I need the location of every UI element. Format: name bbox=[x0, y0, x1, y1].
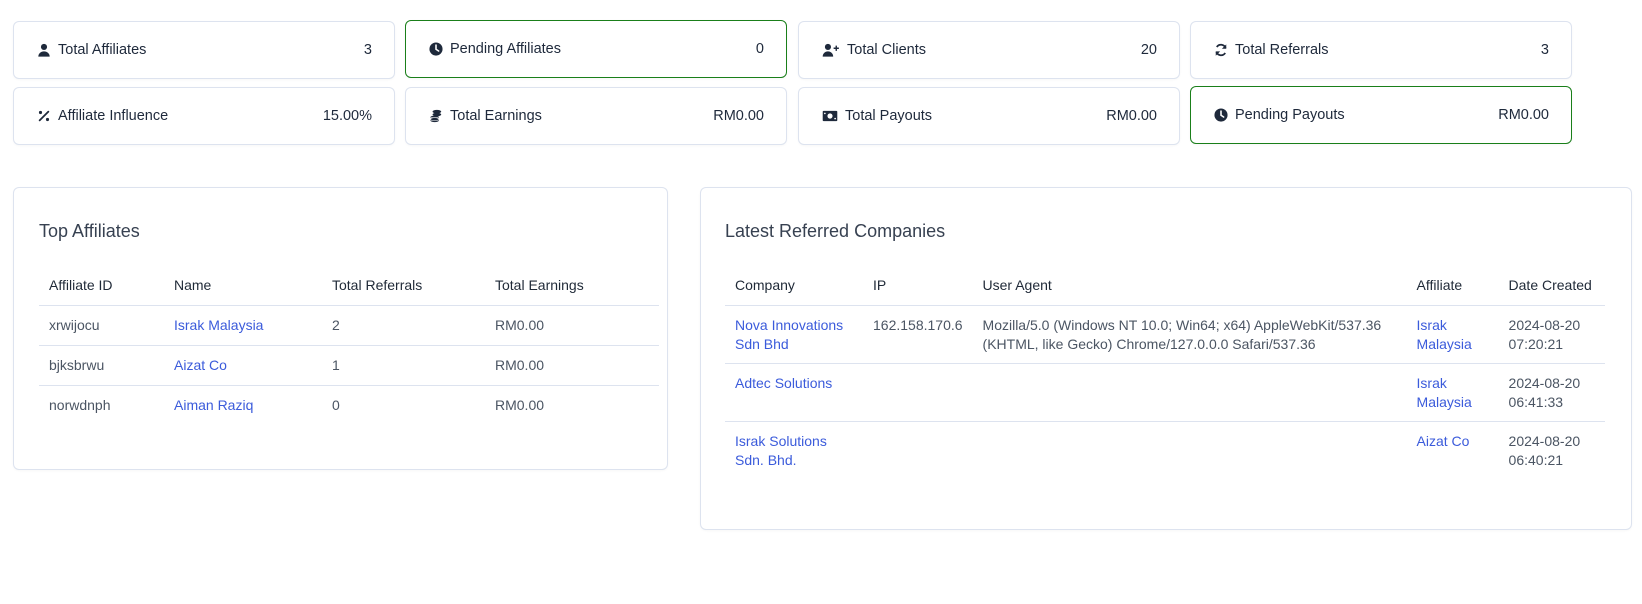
clock-icon bbox=[428, 41, 444, 57]
total-earnings: RM0.00 bbox=[495, 396, 545, 413]
panel-title: Latest Referred Companies bbox=[725, 221, 946, 241]
affiliate-id: bjksbrwu bbox=[39, 345, 164, 386]
panel-title: Top Affiliates bbox=[39, 221, 140, 241]
total-referrals: 2 bbox=[322, 305, 485, 346]
stat-label: Total Payouts bbox=[845, 108, 933, 124]
table-row: norwdnph Aiman Raziq 0 RM0.00 bbox=[39, 385, 659, 425]
clock-icon bbox=[1213, 107, 1229, 123]
stat-value: 3 bbox=[1540, 42, 1549, 58]
affiliate-name-link[interactable]: Aizat Co bbox=[174, 357, 227, 373]
stat-card-total-referrals: Total Referrals 3 bbox=[1190, 21, 1572, 79]
stat-value: RM0.00 bbox=[1498, 107, 1549, 123]
column-header: Company bbox=[725, 265, 863, 306]
top-affiliates-panel: Top Affiliates Affiliate ID Name Total R… bbox=[13, 187, 668, 470]
stat-card-total-clients: Total Clients 20 bbox=[798, 21, 1180, 79]
user-agent bbox=[973, 421, 1407, 479]
column-header: Total Earnings bbox=[485, 265, 659, 306]
affiliate-id: xrwijocu bbox=[39, 305, 164, 346]
stat-card-pending-affiliates: Pending Affiliates 0 bbox=[405, 20, 787, 78]
company-link[interactable]: Nova Innovations Sdn Bhd bbox=[735, 317, 843, 352]
stat-label: Pending Payouts bbox=[1235, 107, 1345, 123]
affiliate-link[interactable]: Aizat Co bbox=[1417, 433, 1470, 449]
stat-label: Total Clients bbox=[847, 42, 926, 58]
total-earnings: RM0.00 bbox=[485, 305, 659, 346]
column-header: Total Referrals bbox=[322, 265, 485, 306]
percent-icon bbox=[36, 108, 52, 124]
latest-referred-companies-panel: Latest Referred Companies Company IP Use… bbox=[700, 187, 1632, 530]
affiliate-name-link[interactable]: Aiman Raziq bbox=[174, 397, 253, 413]
column-header: Name bbox=[164, 265, 322, 306]
table-row: xrwijocu Israk Malaysia 2 RM0.00 bbox=[39, 305, 659, 346]
column-header: Affiliate bbox=[1406, 265, 1499, 306]
table-row: Israk Solutions Sdn. Bhd. Aizat Co 2024-… bbox=[725, 421, 1605, 479]
table-row: Adtec Solutions Israk Malaysia 2024-08-2… bbox=[725, 363, 1605, 422]
company-link[interactable]: Israk Solutions Sdn. Bhd. bbox=[735, 433, 827, 468]
stat-value: 3 bbox=[363, 42, 372, 58]
table-row: bjksbrwu Aizat Co 1 RM0.00 bbox=[39, 345, 659, 386]
refresh-icon bbox=[1213, 42, 1229, 58]
latest-referred-table: Company IP User Agent Affiliate Date Cre… bbox=[725, 265, 1605, 479]
stat-value: RM0.00 bbox=[713, 108, 764, 124]
date-created: 2024-08-20 06:41:33 bbox=[1498, 363, 1605, 422]
stat-card-total-payouts: Total Payouts RM0.00 bbox=[798, 87, 1180, 145]
stat-value: 15.00% bbox=[322, 108, 372, 124]
ip-address bbox=[863, 421, 973, 479]
stat-label: Total Earnings bbox=[450, 108, 542, 124]
date-created: 2024-08-20 06:40:21 bbox=[1508, 432, 1581, 468]
ip-address: 162.158.170.6 bbox=[863, 305, 973, 364]
stat-label: Pending Affiliates bbox=[450, 41, 561, 57]
stat-label: Total Referrals bbox=[1235, 42, 1329, 58]
column-header: User Agent bbox=[972, 265, 1407, 306]
user-agent bbox=[972, 363, 1407, 422]
money-bill-icon bbox=[821, 108, 839, 124]
total-referrals: 1 bbox=[322, 345, 485, 386]
affiliate-name-link[interactable]: Israk Malaysia bbox=[174, 317, 263, 333]
user-agent: Mozilla/5.0 (Windows NT 10.0; Win64; x64… bbox=[972, 305, 1407, 364]
user-icon bbox=[36, 42, 52, 58]
stat-value: RM0.00 bbox=[1106, 108, 1157, 124]
column-header: Date Created bbox=[1498, 265, 1605, 306]
stat-label: Affiliate Influence bbox=[58, 108, 169, 124]
total-earnings: RM0.00 bbox=[485, 345, 659, 386]
affiliate-id: norwdnph bbox=[49, 396, 111, 413]
stat-value: 0 bbox=[755, 41, 764, 57]
date-created: 2024-08-20 07:20:21 bbox=[1498, 305, 1605, 364]
user-plus-icon bbox=[821, 42, 841, 58]
column-header: Affiliate ID bbox=[39, 265, 164, 306]
affiliate-link[interactable]: Israk Malaysia bbox=[1417, 317, 1472, 352]
total-referrals: 0 bbox=[332, 396, 340, 413]
stat-card-total-earnings: Total Earnings RM0.00 bbox=[405, 87, 787, 145]
top-affiliates-table: Affiliate ID Name Total Referrals Total … bbox=[39, 265, 659, 425]
stat-card-affiliate-influence: Affiliate Influence 15.00% bbox=[13, 87, 395, 145]
affiliate-link[interactable]: Israk Malaysia bbox=[1417, 375, 1472, 410]
stat-label: Total Affiliates bbox=[58, 42, 147, 58]
table-row: Nova Innovations Sdn Bhd 162.158.170.6 M… bbox=[725, 305, 1605, 364]
stat-value: 20 bbox=[1140, 42, 1157, 58]
column-header: IP bbox=[863, 265, 973, 306]
stat-card-pending-payouts: Pending Payouts RM0.00 bbox=[1190, 86, 1572, 144]
coins-icon bbox=[428, 108, 444, 124]
company-link[interactable]: Adtec Solutions bbox=[735, 375, 832, 391]
ip-address bbox=[863, 363, 973, 422]
stat-card-total-affiliates: Total Affiliates 3 bbox=[13, 21, 395, 79]
table-header-row: Company IP User Agent Affiliate Date Cre… bbox=[725, 265, 1605, 306]
table-header-row: Affiliate ID Name Total Referrals Total … bbox=[39, 265, 659, 306]
